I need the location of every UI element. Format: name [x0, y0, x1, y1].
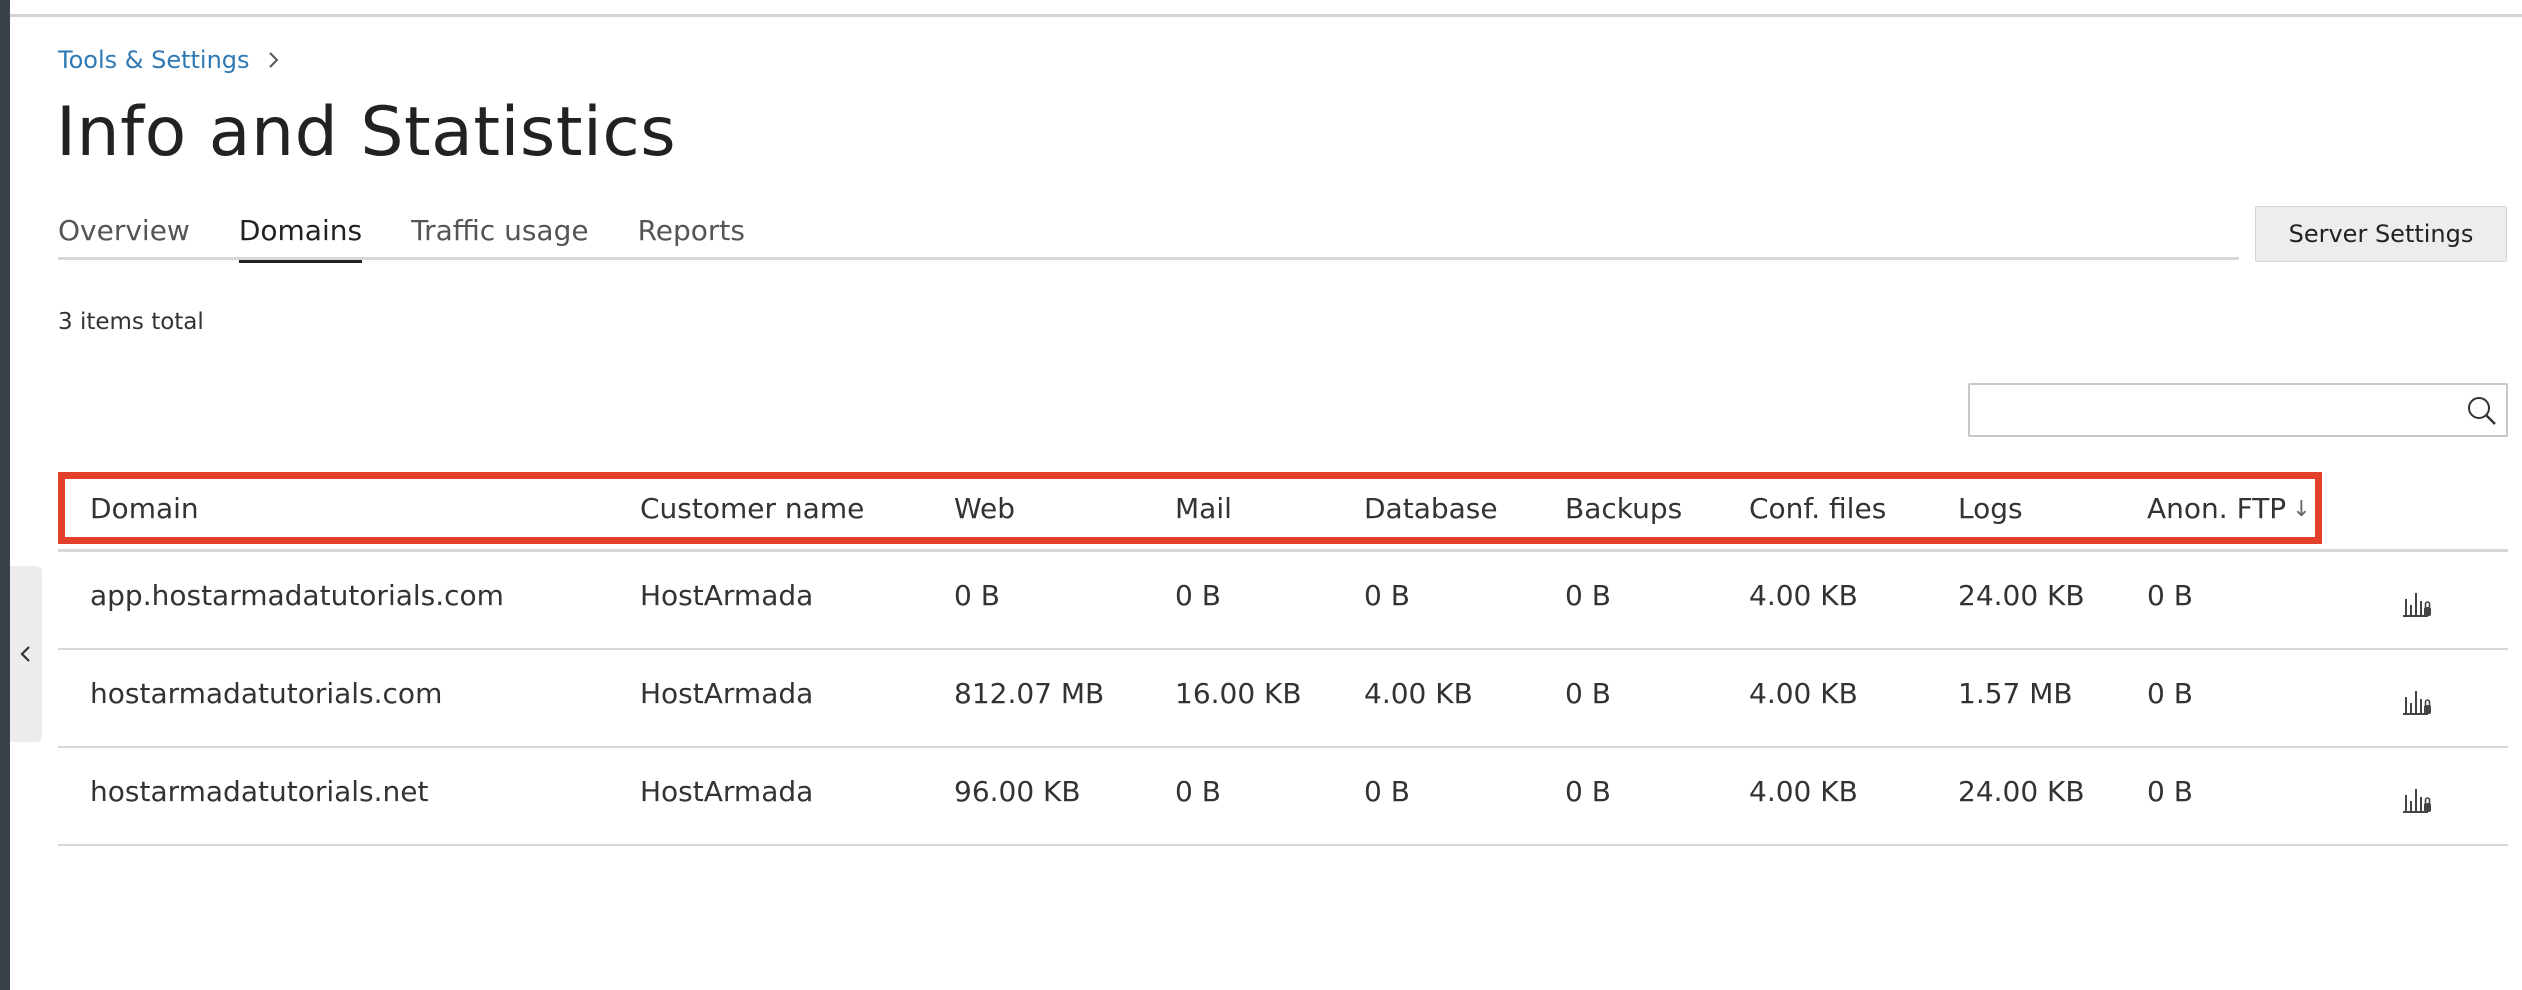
breadcrumb-link-tools-settings[interactable]: Tools & Settings	[58, 46, 250, 74]
cell-customer-name: HostArmada	[640, 579, 814, 612]
cell-anon-ftp: 0 B	[2147, 579, 2193, 612]
column-header-backups[interactable]: Backups	[1565, 492, 1682, 525]
sidebar-collapse-button[interactable]	[10, 566, 42, 742]
cell-database: 4.00 KB	[1364, 677, 1473, 710]
column-header-anon-ftp-label: Anon. FTP	[2147, 492, 2287, 525]
tab-reports[interactable]: Reports	[638, 200, 745, 260]
tab-overview[interactable]: Overview	[58, 200, 190, 260]
breadcrumb: Tools & Settings	[58, 46, 280, 74]
cell-web: 812.07 MB	[954, 677, 1105, 710]
column-header-web[interactable]: Web	[954, 492, 1015, 525]
cell-conf-files: 4.00 KB	[1749, 775, 1858, 808]
cell-web: 0 B	[954, 579, 1000, 612]
cell-web: 96.00 KB	[954, 775, 1081, 808]
sidebar-edge	[0, 0, 10, 990]
cell-backups: 0 B	[1565, 677, 1611, 710]
cell-database: 0 B	[1364, 579, 1410, 612]
column-header-customer-name[interactable]: Customer name	[640, 492, 864, 525]
cell-backups: 0 B	[1565, 579, 1611, 612]
table-row: hostarmadatutorials.net HostArmada 96.00…	[58, 748, 2508, 846]
cell-database: 0 B	[1364, 775, 1410, 808]
table-header: Domain Customer name Web Mail Database B…	[58, 470, 2508, 552]
column-header-conf-files[interactable]: Conf. files	[1749, 492, 1886, 525]
cell-domain: app.hostarmadatutorials.com	[90, 579, 504, 612]
search-box	[1968, 383, 2508, 437]
statistics-icon[interactable]	[2400, 781, 2434, 815]
chevron-left-icon	[20, 646, 30, 662]
domains-table: Domain Customer name Web Mail Database B…	[58, 470, 2508, 846]
table-row: hostarmadatutorials.com HostArmada 812.0…	[58, 650, 2508, 748]
statistics-icon[interactable]	[2400, 585, 2434, 619]
cell-logs: 24.00 KB	[1958, 775, 2085, 808]
server-settings-button[interactable]: Server Settings	[2255, 206, 2507, 262]
cell-customer-name: HostArmada	[640, 677, 814, 710]
cell-conf-files: 4.00 KB	[1749, 677, 1858, 710]
items-total-count: 3 items total	[58, 309, 204, 335]
column-header-anon-ftp[interactable]: Anon. FTP ↓	[2147, 492, 2311, 525]
sort-descending-icon: ↓	[2292, 497, 2311, 522]
cell-domain: hostarmadatutorials.com	[90, 677, 443, 710]
cell-anon-ftp: 0 B	[2147, 677, 2193, 710]
tab-bar: Overview Domains Traffic usage Reports	[58, 200, 2239, 263]
cell-logs: 24.00 KB	[1958, 579, 2085, 612]
cell-mail: 0 B	[1175, 579, 1221, 612]
search-icon[interactable]	[2466, 395, 2498, 427]
column-header-mail[interactable]: Mail	[1175, 492, 1232, 525]
tab-domains[interactable]: Domains	[238, 200, 363, 263]
search-input[interactable]	[1970, 385, 2450, 435]
table-row: app.hostarmadatutorials.com HostArmada 0…	[58, 552, 2508, 650]
statistics-icon[interactable]	[2400, 683, 2434, 717]
cell-backups: 0 B	[1565, 775, 1611, 808]
cell-anon-ftp: 0 B	[2147, 775, 2193, 808]
top-divider	[10, 14, 2522, 17]
column-header-database[interactable]: Database	[1364, 492, 1498, 525]
cell-mail: 16.00 KB	[1175, 677, 1302, 710]
tab-traffic-usage[interactable]: Traffic usage	[411, 200, 589, 260]
cell-conf-files: 4.00 KB	[1749, 579, 1858, 612]
cell-customer-name: HostArmada	[640, 775, 814, 808]
column-header-logs[interactable]: Logs	[1958, 492, 2023, 525]
cell-mail: 0 B	[1175, 775, 1221, 808]
chevron-right-icon	[266, 50, 280, 70]
page-title: Info and Statistics	[56, 93, 677, 172]
column-header-domain[interactable]: Domain	[90, 492, 199, 525]
cell-domain: hostarmadatutorials.net	[90, 775, 429, 808]
cell-logs: 1.57 MB	[1958, 677, 2073, 710]
